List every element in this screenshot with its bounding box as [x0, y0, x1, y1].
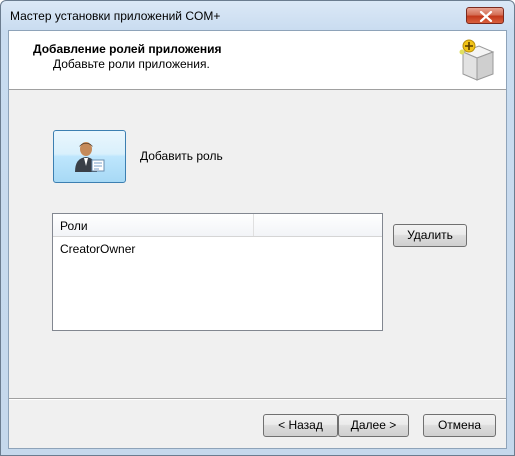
close-button[interactable]: [466, 7, 504, 24]
footer-separator: [9, 398, 506, 400]
wizard-window: Мастер установки приложений COM+ Добавле…: [0, 0, 515, 456]
roles-list[interactable]: Роли CreatorOwner: [52, 213, 383, 331]
window-title: Мастер установки приложений COM+: [10, 9, 221, 23]
add-role-label: Добавить роль: [140, 149, 223, 163]
wizard-header: Добавление ролей приложения Добавьте рол…: [9, 31, 506, 90]
delete-button[interactable]: Удалить: [393, 224, 467, 247]
cancel-button[interactable]: Отмена: [423, 414, 496, 437]
column-header-roles[interactable]: Роли: [53, 214, 254, 236]
next-button[interactable]: Далее >: [338, 414, 409, 437]
package-add-icon: [459, 39, 495, 81]
add-role-button[interactable]: [53, 130, 126, 183]
wizard-client-area: Добавление ролей приложения Добавьте рол…: [8, 30, 507, 449]
list-item[interactable]: CreatorOwner: [60, 242, 135, 256]
close-icon: [479, 11, 493, 22]
header-title: Добавление ролей приложения: [33, 42, 222, 56]
user-role-icon: [75, 142, 105, 172]
title-bar[interactable]: Мастер установки приложений COM+: [1, 1, 514, 29]
roles-list-header: Роли: [53, 214, 382, 237]
header-subtitle: Добавьте роли приложения.: [53, 57, 210, 71]
back-button[interactable]: < Назад: [263, 414, 338, 437]
